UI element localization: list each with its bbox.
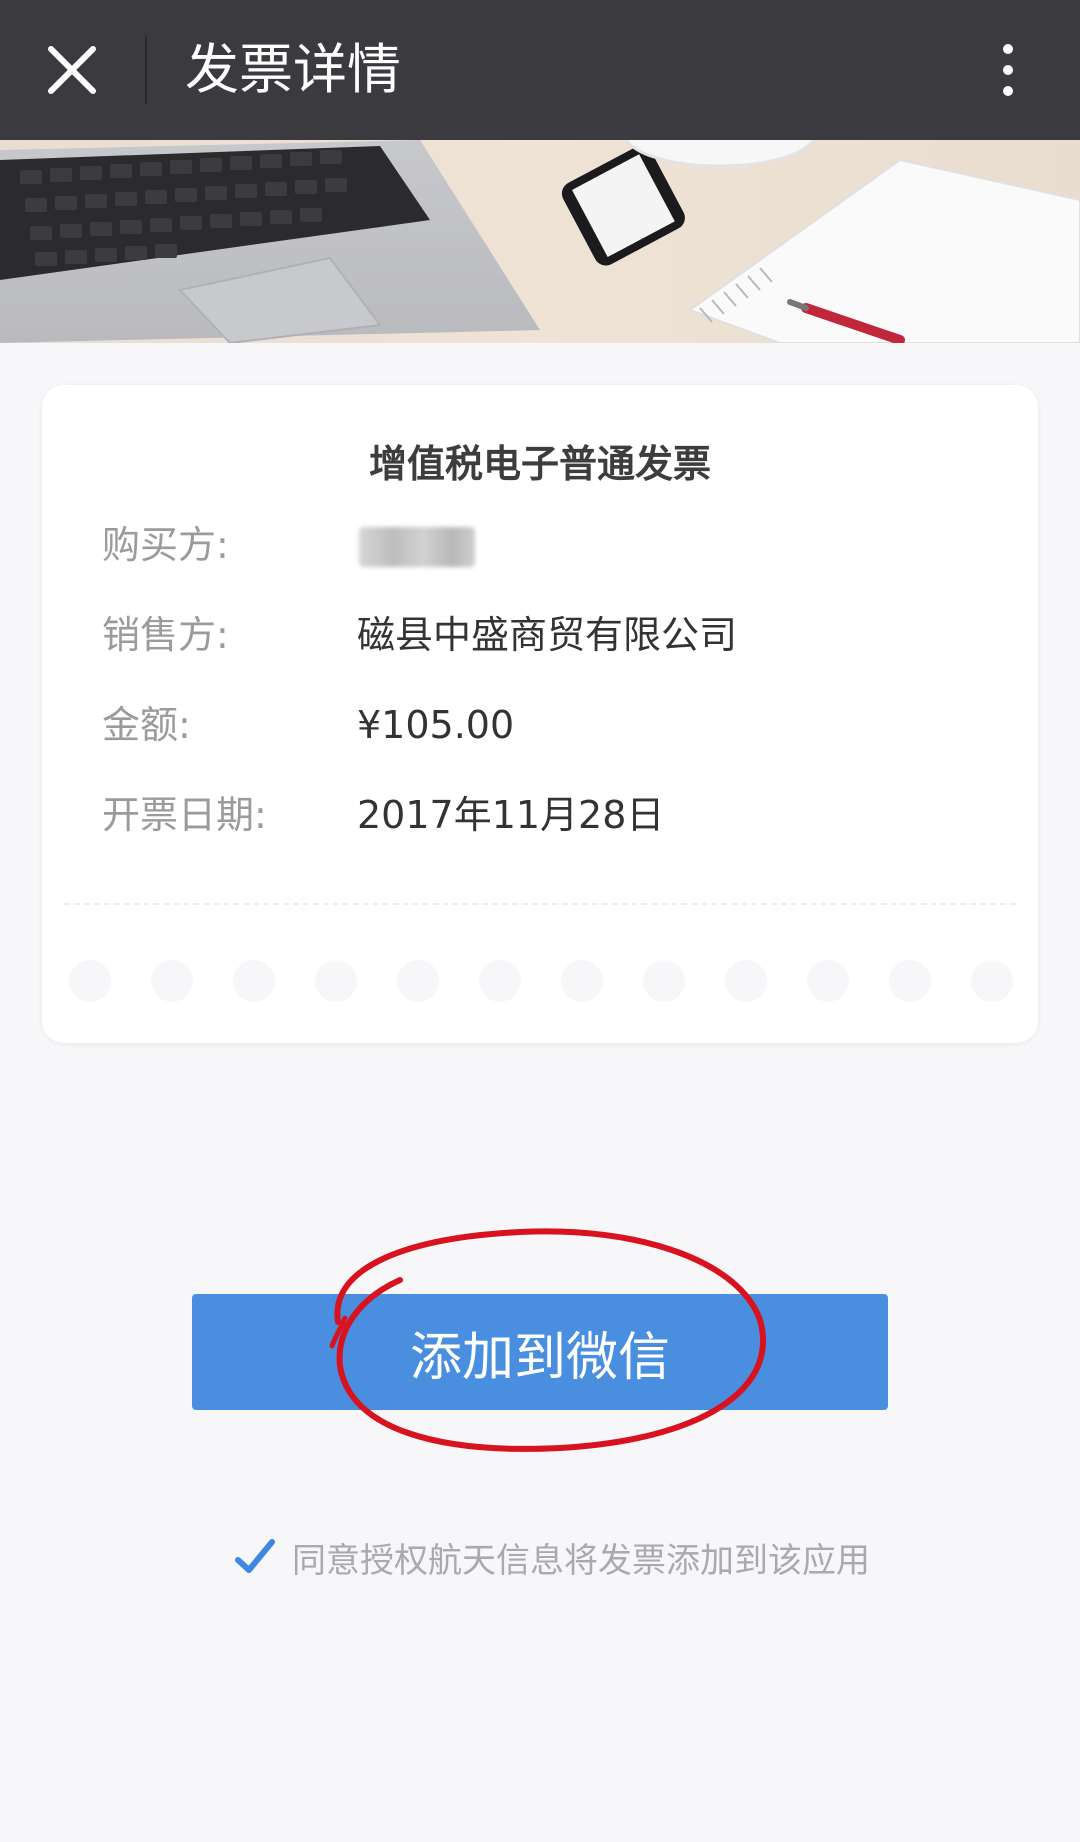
consent-row[interactable]: 同意授权航天信息将发票添加到该应用 [234,1532,870,1582]
amount-label: 金额: [102,703,191,747]
card-divider [64,903,1016,905]
seller-label: 销售方: [102,613,229,657]
info-row-seller: 销售方: 磁县中盛商贸有限公司 [42,605,1038,665]
perforation-dot [971,960,1013,1002]
page-title: 发票详情 [185,38,401,101]
seller-value: 磁县中盛商贸有限公司 [357,613,738,657]
perforation-dot [643,960,685,1002]
consent-text: 同意授权航天信息将发票添加到该应用 [292,1540,870,1581]
header-divider [145,36,147,104]
info-row-date: 开票日期: 2017年11月28日 [42,785,1038,845]
invoice-title: 增值税电子普通发票 [368,442,711,486]
close-icon [48,46,96,94]
perforation-dot [479,960,521,1002]
perforation-dot [315,960,357,1002]
invoice-card: 增值税电子普通发票 购买方: 销售方: 磁县中盛商贸有限公司 金额: ¥105.… [42,385,1038,1043]
info-row-amount: 金额: ¥105.00 [42,695,1038,755]
close-button[interactable] [30,30,114,110]
info-row-buyer: 购买方: [42,515,1038,575]
perforation-dot [397,960,439,1002]
banner-image [0,140,1080,343]
perforation-dot [725,960,767,1002]
date-label: 开票日期: [102,793,267,837]
ticket-perforation [42,960,1038,1006]
perforation-dot [889,960,931,1002]
buyer-value-redacted [359,527,475,567]
more-options-button[interactable] [978,34,1038,106]
perforation-dot [807,960,849,1002]
date-value: 2017年11月28日 [357,793,665,837]
checkmark-icon[interactable] [234,1536,276,1578]
top-bar: 发票详情 [0,0,1080,140]
perforation-dot [233,960,275,1002]
perforation-dot [561,960,603,1002]
perforation-dot [69,960,111,1002]
more-vertical-icon [1003,44,1013,54]
amount-value: ¥105.00 [357,703,515,747]
perforation-dot [151,960,193,1002]
buyer-label: 购买方: [102,523,229,567]
add-to-wechat-button[interactable]: 添加到微信 [192,1294,888,1410]
